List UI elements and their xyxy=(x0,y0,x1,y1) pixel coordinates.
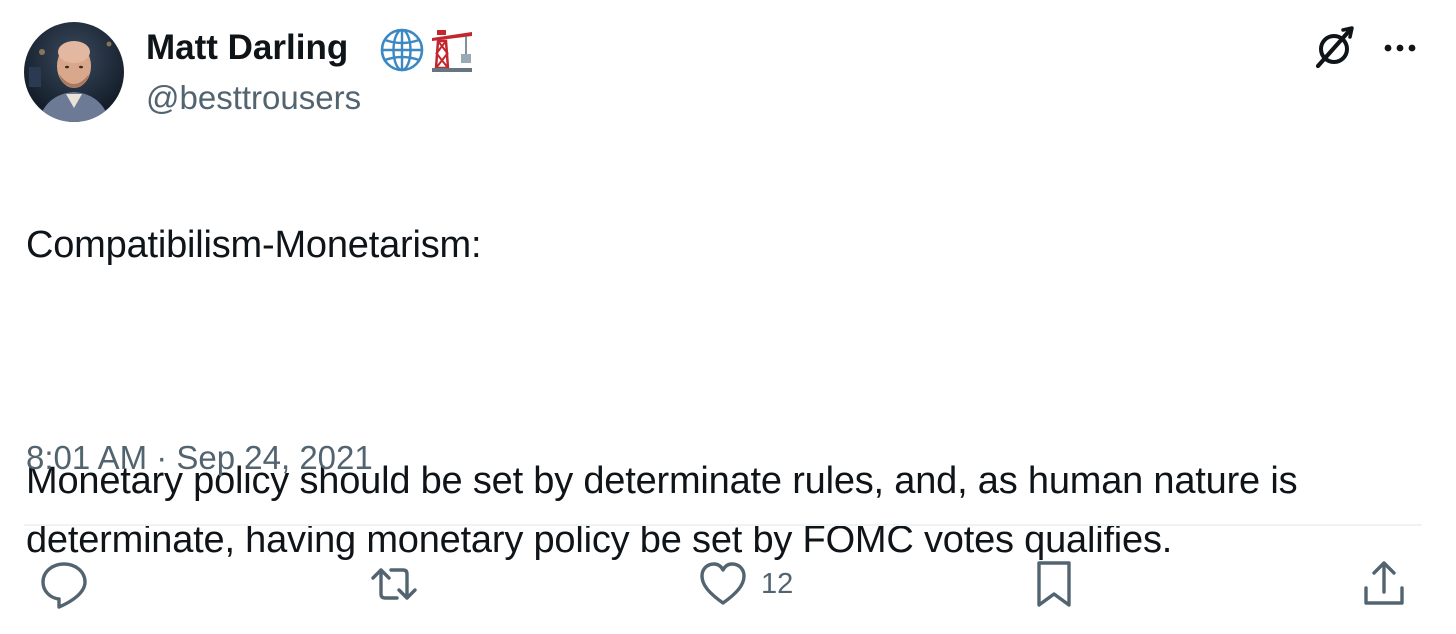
tweet-paragraph: Compatibilism-Monetarism: xyxy=(26,224,482,266)
author-name[interactable]: Matt Darling xyxy=(146,24,348,72)
timestamp-link[interactable]: 8:01 AM · Sep 24, 2021 xyxy=(26,439,373,476)
share-button[interactable] xyxy=(1358,556,1410,612)
reply-button[interactable] xyxy=(38,556,102,612)
author-handle[interactable]: @besttrousers xyxy=(146,76,361,120)
heart-icon xyxy=(700,562,746,605)
bookmark-button[interactable] xyxy=(1028,556,1092,612)
more-options-icon[interactable] xyxy=(1376,24,1424,72)
avatar-image xyxy=(24,22,124,122)
grok-icon[interactable] xyxy=(1310,24,1358,72)
divider xyxy=(24,524,1422,526)
retweet-icon xyxy=(371,568,417,600)
like-button[interactable]: 12 xyxy=(697,556,793,612)
reply-icon xyxy=(41,562,87,609)
avatar[interactable] xyxy=(24,22,124,122)
share-icon xyxy=(1364,561,1404,605)
tweet-timestamp[interactable]: 8:01 AM · Sep 24, 2021 xyxy=(26,434,373,482)
bookmark-icon xyxy=(1037,561,1071,607)
crane-icon xyxy=(432,30,472,72)
like-count: 12 xyxy=(761,567,794,600)
retweet-button[interactable] xyxy=(368,556,432,612)
tweet: Matt Darling @besttrousers Compatibilism… xyxy=(0,0,1456,634)
globe-icon xyxy=(380,28,424,72)
